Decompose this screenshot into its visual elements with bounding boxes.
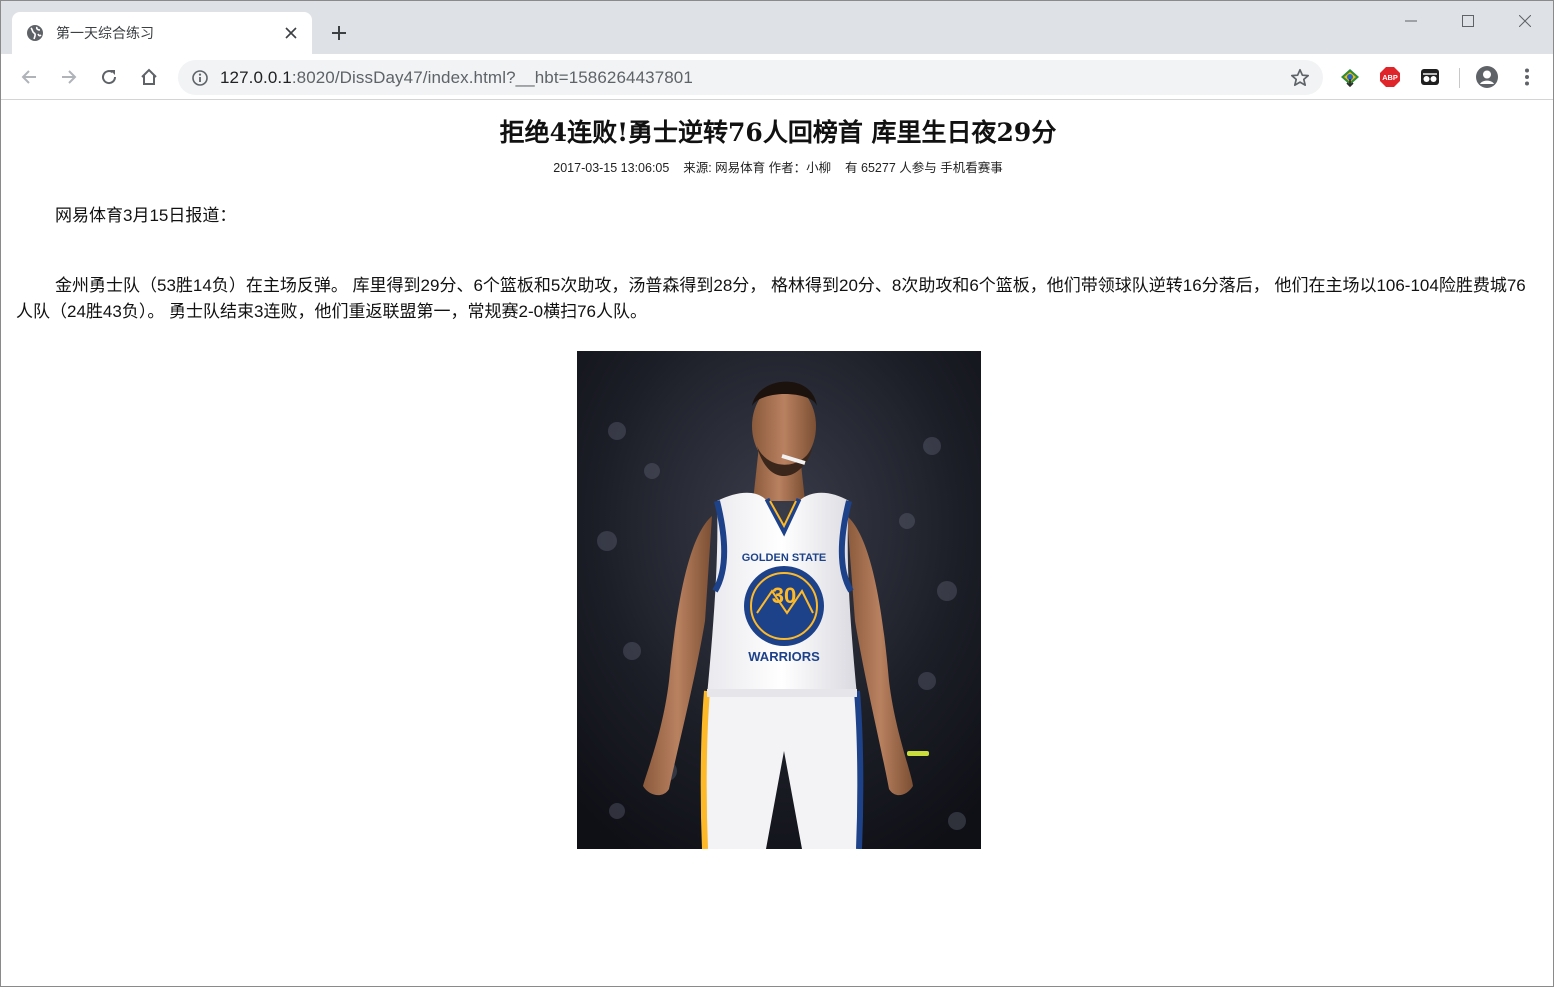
jersey-text-bottom: WARRIORS: [748, 649, 820, 664]
incognito-extension-icon: [1421, 69, 1439, 85]
menu-button[interactable]: [1515, 65, 1539, 89]
adblock-plus-icon: ABP: [1380, 67, 1400, 87]
jersey-number: 30: [772, 583, 796, 608]
globe-icon: [27, 25, 43, 41]
profile-button[interactable]: [1475, 65, 1499, 89]
toolbar-separator: [1459, 68, 1460, 88]
reload-button[interactable]: [94, 62, 124, 92]
article-title: 拒绝4连败!勇士逆转76人回榜首 库里生日夜29分: [499, 118, 1057, 147]
tab-title: 第一天综合练习: [56, 26, 154, 42]
close-icon: [1518, 15, 1531, 27]
site-info-icon[interactable]: [190, 68, 210, 88]
page-viewport: 拒绝4连败!勇士逆转76人回榜首 库里生日夜29分 2017-03-15 13:…: [2, 101, 1553, 986]
tab-strip: 第一天综合练习: [1, 1, 1553, 54]
article-meta: 2017-03-15 13:06:05 来源: 网易体育 作者：小柳 有 652…: [553, 161, 1003, 175]
idm-extension-button[interactable]: [1338, 65, 1362, 89]
article-paragraph: 网易体育3月15日报道：: [55, 206, 237, 225]
abp-label: ABP: [1382, 73, 1398, 82]
profile-avatar-icon: [1476, 66, 1498, 88]
maximize-button[interactable]: [1439, 1, 1496, 41]
url-host: 127.0.0.1: [220, 67, 292, 87]
plus-icon: [332, 26, 346, 40]
home-icon: [141, 68, 157, 85]
article-photo: 30 GOLDEN STATE WARRIORS: [577, 351, 981, 849]
incognito-extension-button[interactable]: [1418, 65, 1442, 89]
minimize-button[interactable]: [1382, 1, 1439, 41]
basketball-player-photo: 30 GOLDEN STATE WARRIORS: [577, 351, 981, 849]
forward-button[interactable]: [54, 62, 84, 92]
url-path: :8020/DissDay47/index.html?__hbt=1586264…: [291, 67, 693, 87]
adblock-plus-button[interactable]: ABP: [1378, 65, 1402, 89]
tab-close-button[interactable]: [280, 22, 302, 44]
article-paragraph: 金州勇士队（53胜14负）在主场反弹。 库里得到29分、6个篮板和5次助攻，汤普…: [16, 276, 1526, 321]
back-button[interactable]: [14, 62, 44, 92]
active-tab[interactable]: 第一天综合练习: [12, 12, 312, 54]
close-icon: [285, 27, 297, 39]
browser-toolbar: 127.0.0.1:8020/DissDay47/index.html?__hb…: [1, 54, 1553, 100]
bookmark-star-button[interactable]: [1287, 65, 1313, 91]
arrow-right-icon: [62, 70, 77, 84]
address-bar[interactable]: 127.0.0.1:8020/DissDay47/index.html?__hb…: [178, 60, 1323, 95]
star-icon: [1290, 68, 1310, 87]
more-vert-icon: [1525, 68, 1529, 86]
home-button[interactable]: [134, 62, 164, 92]
new-tab-button[interactable]: [325, 19, 353, 47]
window-controls: [1382, 1, 1553, 41]
idm-icon: [1341, 69, 1359, 88]
jersey-text-top: GOLDEN STATE: [742, 552, 827, 564]
minimize-icon: [1404, 20, 1417, 22]
url-text[interactable]: 127.0.0.1:8020/DissDay47/index.html?__hb…: [220, 68, 693, 88]
window-close-button[interactable]: [1496, 1, 1553, 41]
browser-window: 第一天综合练习 127.0.0.1:8020/DissDay47/index.h…: [0, 0, 1554, 987]
reload-icon: [102, 70, 117, 85]
maximize-icon: [1461, 15, 1474, 27]
arrow-left-icon: [21, 70, 36, 84]
